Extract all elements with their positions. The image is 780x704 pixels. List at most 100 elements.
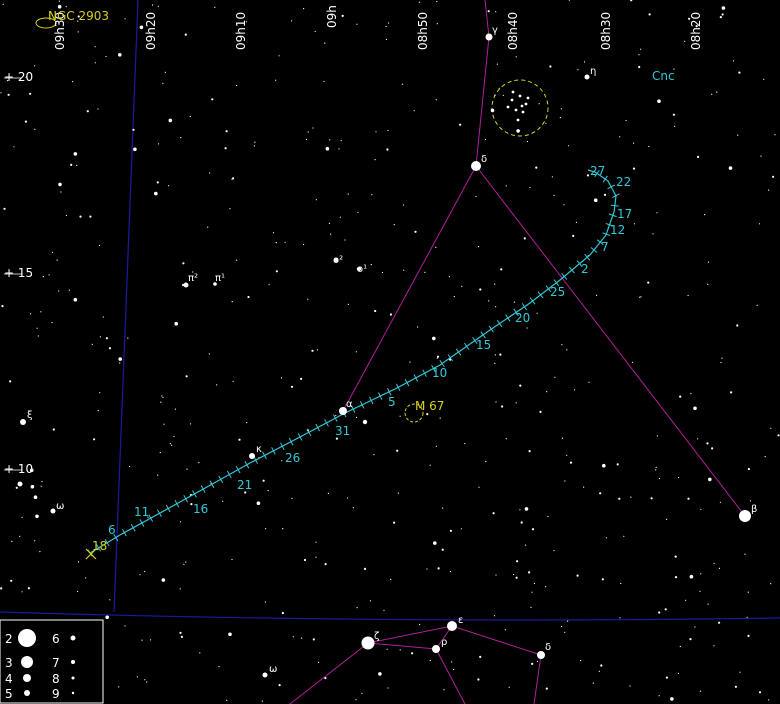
field-star <box>531 528 535 531</box>
field-star <box>374 309 377 313</box>
field-star <box>254 141 256 143</box>
field-star <box>568 0 570 1</box>
field-star <box>707 261 710 263</box>
field-star <box>160 401 162 403</box>
field-star <box>655 466 657 468</box>
field-star <box>303 243 305 246</box>
field-star <box>619 136 621 138</box>
field-star <box>222 500 224 502</box>
field-star <box>535 166 538 169</box>
field-star <box>156 181 159 184</box>
field-star <box>162 396 164 398</box>
field-star <box>630 0 633 2</box>
field-star <box>36 327 38 329</box>
field-star <box>73 152 78 156</box>
field-star <box>179 588 181 590</box>
label-omega-hya: ω <box>269 664 277 675</box>
m44-cluster-star <box>514 108 518 112</box>
field-star <box>523 237 526 240</box>
field-star <box>163 423 165 425</box>
field-star <box>721 357 723 359</box>
field-star <box>99 336 101 338</box>
field-star <box>216 384 218 386</box>
field-star <box>91 343 93 345</box>
field-star <box>29 92 32 95</box>
field-star <box>707 283 709 285</box>
field-star <box>417 326 419 328</box>
field-star <box>477 678 480 681</box>
dec-tick <box>4 77 22 471</box>
field-star <box>547 515 549 518</box>
field-star <box>730 391 733 394</box>
field-star <box>275 270 278 273</box>
field-star <box>246 422 248 424</box>
field-star <box>453 295 455 298</box>
field-star <box>580 659 582 662</box>
field-star <box>499 353 502 356</box>
constellation-lines <box>289 0 746 704</box>
legend-mag-label: 4 <box>5 672 13 686</box>
field-star <box>397 492 399 494</box>
field-star <box>229 208 231 210</box>
field-star <box>657 99 661 103</box>
track-tick <box>148 514 154 522</box>
field-star <box>670 697 674 701</box>
field-star <box>435 445 437 447</box>
track-tick <box>529 297 536 305</box>
field-star <box>162 82 164 84</box>
field-star <box>625 119 627 122</box>
field-star <box>694 626 696 628</box>
field-star <box>772 175 775 178</box>
star-near-dec10 <box>17 481 23 487</box>
field-star <box>685 599 687 601</box>
field-star <box>307 131 309 133</box>
comet-track-line <box>89 169 617 554</box>
field-star <box>199 652 201 654</box>
field-star <box>744 553 746 555</box>
field-star <box>305 138 308 141</box>
field-star <box>526 140 529 143</box>
track-tick <box>226 470 232 479</box>
field-star <box>0 587 3 590</box>
field-star <box>42 276 44 278</box>
field-star <box>40 485 42 487</box>
ra-label: 08h40 <box>506 12 520 50</box>
track-tick <box>157 509 162 518</box>
field-star <box>545 586 547 588</box>
field-star <box>161 395 163 397</box>
field-star <box>48 274 50 276</box>
field-star <box>429 464 431 466</box>
field-star <box>56 259 58 261</box>
field-star <box>327 492 329 494</box>
field-star <box>413 110 415 112</box>
field-star <box>386 148 389 151</box>
field-star <box>2 3 4 5</box>
field-star <box>185 561 187 563</box>
field-star <box>291 497 293 499</box>
field-star <box>352 507 354 509</box>
field-star <box>508 686 510 688</box>
field-star <box>658 611 661 614</box>
legend-mag-label: 3 <box>5 656 13 670</box>
field-star <box>443 689 445 691</box>
field-star <box>347 303 349 305</box>
field-star <box>706 442 709 445</box>
field-star <box>674 125 676 127</box>
field-star <box>189 423 192 425</box>
field-star <box>315 556 317 558</box>
m67-label: M 67 <box>415 399 444 413</box>
track-tick <box>209 480 215 488</box>
field-star <box>399 415 401 417</box>
ra-label: 09h <box>325 5 339 28</box>
legend-mag-4-dot <box>23 674 31 682</box>
field-star <box>592 682 594 684</box>
field-star <box>763 78 765 80</box>
field-star <box>658 695 660 697</box>
label-delta: δ <box>481 154 487 165</box>
field-star <box>272 232 275 234</box>
track-tick <box>315 423 321 432</box>
field-star <box>693 406 697 411</box>
field-star <box>516 129 520 133</box>
track-tick <box>130 524 136 532</box>
legend-mag-2-dot <box>18 629 36 647</box>
